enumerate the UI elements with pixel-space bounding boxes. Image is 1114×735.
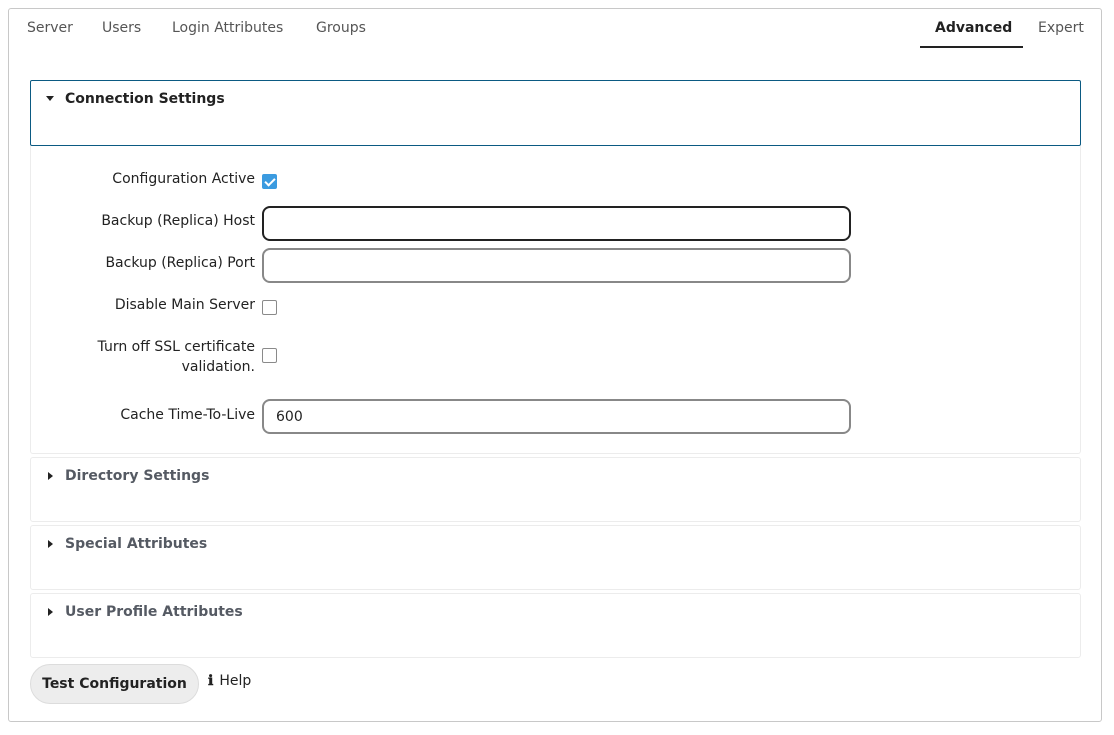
turn-off-ssl-checkbox[interactable] [262,348,277,363]
caret-right-icon [48,472,53,480]
caret-right-icon [48,608,53,616]
help-link[interactable]: ℹ Help [208,673,251,689]
tab-expert[interactable]: Expert [1038,20,1084,44]
section-directory-settings[interactable]: Directory Settings [30,457,1081,522]
section-special-attributes[interactable]: Special Attributes [30,525,1081,590]
turn-off-ssl-label-line2: validation. [181,359,255,375]
cache-ttl-input[interactable] [262,399,851,434]
backup-host-label: Backup (Replica) Host [101,213,255,229]
tab-advanced[interactable]: Advanced [935,20,1012,44]
section-title: Connection Settings [65,91,225,107]
turn-off-ssl-label-line1: Turn off SSL certificate [97,339,255,355]
section-connection-settings-body: Configuration Active Backup (Replica) Ho… [30,146,1081,454]
backup-port-label: Backup (Replica) Port [105,255,255,271]
configuration-active-label: Configuration Active [112,171,255,187]
caret-right-icon [48,540,53,548]
info-icon: ℹ [208,673,214,689]
section-user-profile-attributes[interactable]: User Profile Attributes [30,593,1081,658]
tab-login-attributes[interactable]: Login Attributes [172,20,283,44]
help-label: Help [219,673,252,689]
backup-port-input[interactable] [262,248,851,283]
disable-main-server-label: Disable Main Server [114,297,255,313]
tab-server[interactable]: Server [27,20,73,44]
section-title: User Profile Attributes [65,604,243,620]
tab-groups[interactable]: Groups [316,20,366,44]
caret-down-icon [46,96,54,101]
configuration-active-checkbox[interactable] [262,174,277,189]
section-title: Directory Settings [65,468,210,484]
cache-ttl-label: Cache Time-To-Live [120,407,255,423]
test-configuration-button[interactable]: Test Configuration [30,664,199,704]
tab-users[interactable]: Users [102,20,141,44]
active-tab-indicator [920,46,1023,48]
section-title: Special Attributes [65,536,208,552]
disable-main-server-checkbox[interactable] [262,300,277,315]
backup-host-input[interactable] [262,206,851,241]
section-connection-settings-header[interactable]: Connection Settings [30,80,1081,146]
